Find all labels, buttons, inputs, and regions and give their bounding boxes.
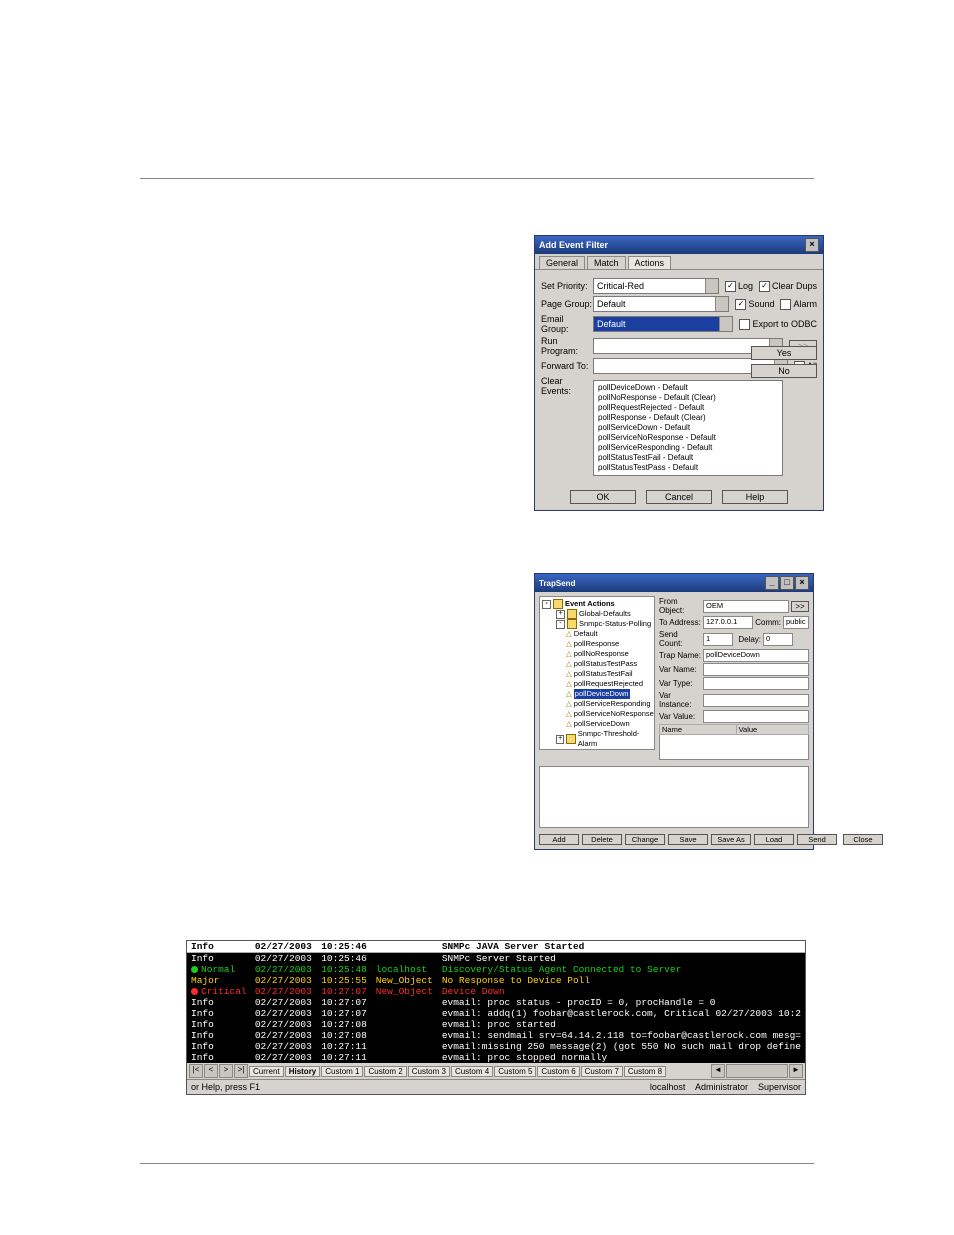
- emailgroup-combo[interactable]: Default: [593, 316, 733, 332]
- emailgroup-label: Email Group:: [541, 314, 593, 334]
- scroll-right-button[interactable]: ►: [789, 1064, 803, 1078]
- maximize-icon[interactable]: □: [780, 576, 794, 590]
- nav-prev-button[interactable]: <: [204, 1064, 218, 1078]
- yes-button[interactable]: Yes: [751, 346, 817, 360]
- log-tab[interactable]: Current: [249, 1066, 284, 1077]
- clearevents-list[interactable]: pollDeviceDown - Default pollNoResponse …: [593, 380, 783, 476]
- status-help: or Help, press F1: [191, 1082, 260, 1092]
- setpriority-combo[interactable]: Critical-Red: [593, 278, 719, 294]
- log-row[interactable]: Info02/27/200310:27:07evmail: proc statu…: [187, 997, 805, 1008]
- status-user: Administrator: [695, 1082, 748, 1092]
- sendcount-input[interactable]: 1: [703, 633, 733, 646]
- ok-button[interactable]: OK: [570, 490, 636, 504]
- log-tab[interactable]: Custom 7: [581, 1066, 623, 1077]
- log-row[interactable]: Major02/27/200310:25:55New_ObjectNo Resp…: [187, 975, 805, 986]
- log-panel: Info02/27/200310:25:46SNMPc JAVA Server …: [186, 940, 806, 1095]
- status-role: Supervisor: [758, 1082, 801, 1092]
- tree-item[interactable]: △ pollStatusTestPass: [542, 659, 652, 669]
- cleardups-checkbox[interactable]: ✓: [759, 281, 770, 292]
- nav-first-button[interactable]: |<: [189, 1064, 203, 1078]
- delay-input[interactable]: 0: [763, 633, 793, 646]
- log-table: Info02/27/200310:25:46SNMPc JAVA Server …: [187, 941, 805, 1063]
- log-row[interactable]: Info02/27/200310:27:07evmail: addq(1) fo…: [187, 1008, 805, 1019]
- minimize-icon[interactable]: _: [765, 576, 779, 590]
- tree-item[interactable]: △ pollDeviceDown: [542, 689, 652, 699]
- sound-checkbox[interactable]: ✓: [735, 299, 746, 310]
- tree-item[interactable]: △ Default: [542, 629, 652, 639]
- close-icon[interactable]: ×: [795, 576, 809, 590]
- status-host: localhost: [650, 1082, 686, 1092]
- tree-item[interactable]: + Global-Defaults: [542, 609, 652, 619]
- tree-item[interactable]: △ pollStatusTestFail: [542, 669, 652, 679]
- variable-table: NameValue: [659, 724, 809, 760]
- setpriority-label: Set Priority:: [541, 281, 593, 291]
- log-tab[interactable]: Custom 6: [537, 1066, 579, 1077]
- close-icon[interactable]: ×: [805, 238, 819, 252]
- output-area: [539, 766, 809, 828]
- varname-input[interactable]: [703, 663, 809, 676]
- tree-item[interactable]: △ pollResponse: [542, 639, 652, 649]
- nav-last-button[interactable]: >|: [234, 1064, 248, 1078]
- tab-general[interactable]: General: [539, 256, 585, 269]
- cancel-button[interactable]: Cancel: [646, 490, 712, 504]
- close-button[interactable]: Close: [843, 834, 883, 845]
- scroll-left-button[interactable]: ◄: [711, 1064, 725, 1078]
- delete-button[interactable]: Delete: [582, 834, 622, 845]
- clearevents-label: Clear Events:: [541, 376, 593, 396]
- change-button[interactable]: Change: [625, 834, 665, 845]
- log-row[interactable]: Info02/27/200310:27:11evmail: proc stopp…: [187, 1052, 805, 1063]
- fromobject-browse-button[interactable]: >>: [791, 601, 809, 612]
- varinstance-input[interactable]: [703, 694, 809, 707]
- tab-match[interactable]: Match: [587, 256, 626, 269]
- no-button[interactable]: No: [751, 364, 817, 378]
- saveas-button[interactable]: Save As: [711, 834, 751, 845]
- send-button[interactable]: Send: [797, 834, 837, 845]
- log-tab[interactable]: History: [285, 1066, 321, 1077]
- tree-item[interactable]: + Snmpc-System-Info: [542, 749, 652, 750]
- toaddress-input[interactable]: 127.0.0.1: [703, 616, 753, 629]
- trapname-input[interactable]: pollDeviceDown: [703, 649, 809, 662]
- varvalue-input[interactable]: [703, 710, 809, 723]
- log-tab[interactable]: Custom 3: [408, 1066, 450, 1077]
- tree-item[interactable]: - Snmpc-Status-Polling: [542, 619, 652, 629]
- log-checkbox[interactable]: ✓: [725, 281, 736, 292]
- community-input[interactable]: public: [783, 616, 809, 629]
- tree-item[interactable]: △ pollServiceNoResponse: [542, 709, 652, 719]
- log-tab[interactable]: Custom 2: [364, 1066, 406, 1077]
- log-row[interactable]: Normal02/27/200310:25:48localhostDiscove…: [187, 964, 805, 975]
- pagegroup-combo[interactable]: Default: [593, 296, 729, 312]
- log-row[interactable]: Critical02/27/200310:27:07New_ObjectDevi…: [187, 986, 805, 997]
- vartype-input[interactable]: [703, 677, 809, 690]
- fromobject-input[interactable]: OEM: [703, 600, 789, 613]
- tab-actions[interactable]: Actions: [628, 256, 672, 269]
- dialog-title: Add Event Filter: [539, 240, 608, 250]
- save-button[interactable]: Save: [668, 834, 708, 845]
- log-row[interactable]: Info02/27/200310:27:08evmail: sendmail s…: [187, 1030, 805, 1041]
- tree-item[interactable]: △ pollNoResponse: [542, 649, 652, 659]
- log-tab[interactable]: Custom 8: [624, 1066, 666, 1077]
- tabs: General Match Actions: [535, 254, 823, 270]
- pagegroup-label: Page Group:: [541, 299, 593, 309]
- tree-item[interactable]: + Snmpc-Threshold-Alarm: [542, 729, 652, 749]
- log-tab[interactable]: Custom 1: [321, 1066, 363, 1077]
- export-checkbox[interactable]: [739, 319, 750, 330]
- horizontal-scrollbar[interactable]: [726, 1064, 788, 1078]
- log-row[interactable]: Info02/27/200310:27:08evmail: proc start…: [187, 1019, 805, 1030]
- tree-item[interactable]: △ pollServiceResponding: [542, 699, 652, 709]
- tree-item[interactable]: △ pollServiceDown: [542, 719, 652, 729]
- log-tab[interactable]: Custom 4: [451, 1066, 493, 1077]
- runprogram-label: Run Program:: [541, 336, 593, 356]
- nav-next-button[interactable]: >: [219, 1064, 233, 1078]
- log-row[interactable]: Info02/27/200310:27:11evmail:missing 250…: [187, 1041, 805, 1052]
- dialog-title: TrapSend: [539, 579, 575, 588]
- log-row[interactable]: Info02/27/200310:25:46SNMPc Server Start…: [187, 953, 805, 965]
- alarm-checkbox[interactable]: [780, 299, 791, 310]
- log-tab[interactable]: Custom 5: [494, 1066, 536, 1077]
- tree-item[interactable]: △ pollRequestRejected: [542, 679, 652, 689]
- load-button[interactable]: Load: [754, 834, 794, 845]
- add-button[interactable]: Add: [539, 834, 579, 845]
- forwardto-label: Forward To:: [541, 361, 593, 371]
- help-button[interactable]: Help: [722, 490, 788, 504]
- event-tree[interactable]: - Event Actions+ Global-Defaults- Snmpc-…: [539, 596, 655, 750]
